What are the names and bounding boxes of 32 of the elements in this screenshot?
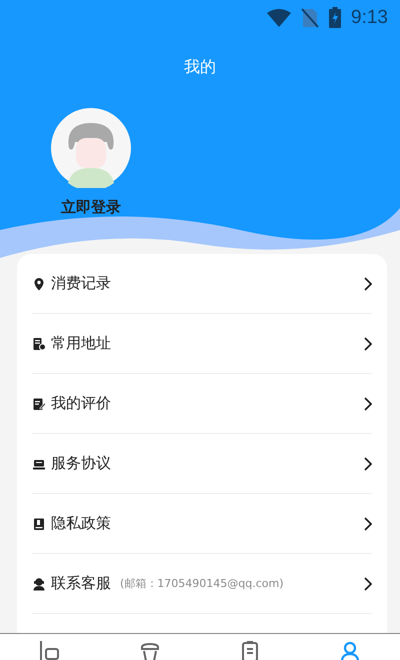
chevron-right-icon xyxy=(364,576,372,590)
login-link[interactable]: 立即登录 xyxy=(61,198,121,217)
wifi-icon xyxy=(267,8,292,26)
headset-person-icon xyxy=(32,576,46,590)
menu-item[interactable]: 消费记录 xyxy=(32,254,372,314)
page-title: 我的 xyxy=(184,57,216,76)
menu-item[interactable]: 隐私政策 xyxy=(32,494,372,554)
chevron-right-icon xyxy=(364,336,372,350)
book-icon xyxy=(32,516,46,530)
sim-card-off-icon xyxy=(301,8,320,28)
menu-label: 常用地址 xyxy=(51,334,111,353)
menu-item[interactable]: 常用地址 xyxy=(32,314,372,374)
chevron-right-icon xyxy=(364,456,372,470)
battery-charging-icon xyxy=(329,7,342,28)
menu-label: 联系客服 xyxy=(51,574,111,593)
menu-label: 服务协议 xyxy=(51,454,111,473)
menu-item[interactable]: 服务协议 xyxy=(32,434,372,494)
menu-label: 隐私政策 xyxy=(51,514,111,533)
chevron-right-icon xyxy=(364,516,372,530)
chevron-right-icon xyxy=(364,276,372,290)
person-icon xyxy=(338,639,362,660)
menu-label: 我的评价 xyxy=(51,394,111,413)
chevron-right-icon xyxy=(364,396,372,410)
menu-label: 消费记录 xyxy=(51,274,111,293)
edit-document-icon xyxy=(32,396,46,410)
document-icon xyxy=(32,336,46,350)
email-note: (邮箱：1705490145@qq.com) xyxy=(120,576,284,591)
location-pin-icon xyxy=(32,276,46,290)
status-time: 9:13 xyxy=(351,6,388,28)
menu-item[interactable]: 联系客服 (邮箱：1705490145@qq.com) xyxy=(32,554,372,614)
avatar[interactable] xyxy=(51,108,131,188)
menu-item[interactable]: 我的评价 xyxy=(32,374,372,434)
